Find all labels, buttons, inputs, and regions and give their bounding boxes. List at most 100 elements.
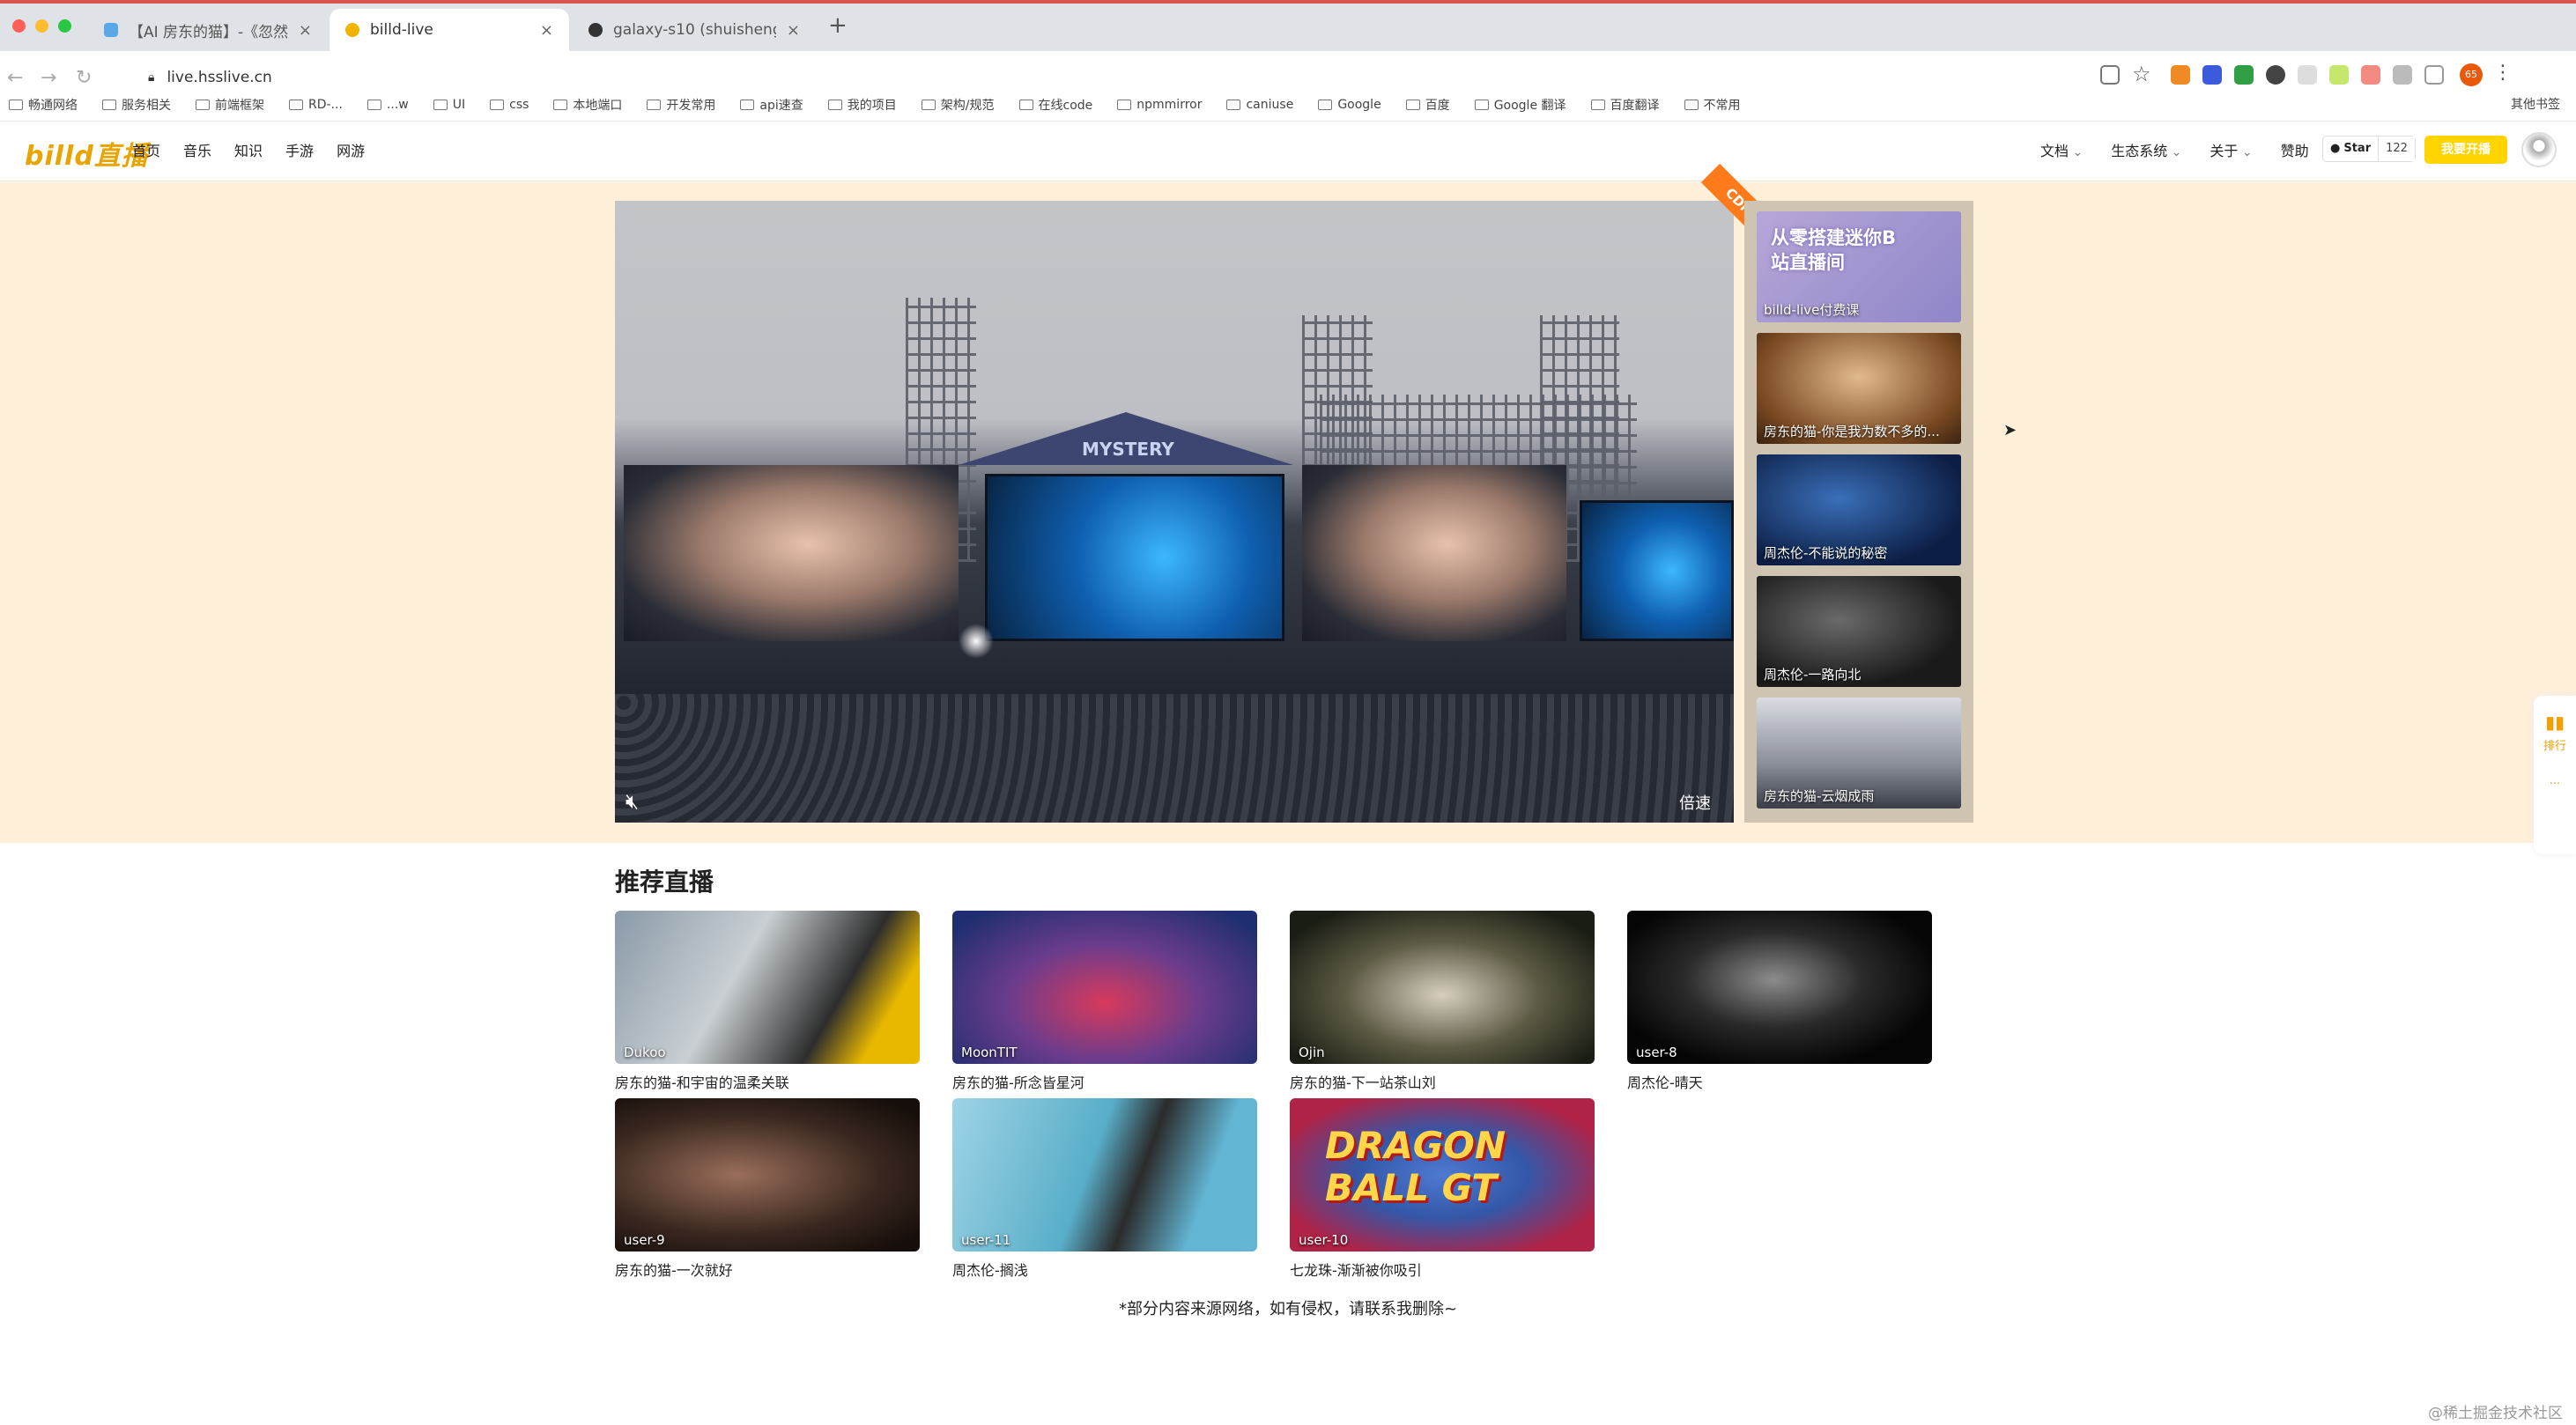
bookmark-star-icon[interactable]: ☆ [2132, 62, 2151, 86]
bookmark-item[interactable]: Google 翻译 [1474, 96, 1566, 114]
live-card[interactable]: Dukoo 房东的猫-和宇宙的温柔关联 [615, 911, 920, 1092]
bookmark-item[interactable]: 架构/规范 [921, 96, 995, 114]
close-window-button[interactable] [12, 19, 26, 33]
bookmark-item[interactable]: css [490, 98, 529, 112]
new-tab-button[interactable]: + [828, 12, 848, 39]
reload-icon[interactable]: ↻ [76, 67, 92, 89]
extension-icon[interactable] [2266, 65, 2285, 85]
site-logo[interactable]: billd直播 [25, 134, 149, 173]
stage-light [959, 624, 994, 659]
bookmark-item[interactable]: Google [1318, 98, 1381, 112]
bookmark-item[interactable]: 前端框架 [196, 96, 264, 114]
more-label[interactable]: ... [2534, 774, 2576, 787]
bookmark-item[interactable]: 百度翻译 [1590, 96, 1660, 114]
ranking-icon[interactable]: ▮▮ [2534, 712, 2576, 733]
tab-billd-live[interactable]: billd-live × [329, 9, 569, 51]
sidebar-live-item[interactable]: 房东的猫-云烟成雨 [1757, 698, 1961, 808]
live-card[interactable]: Ojin 房东的猫-下一站茶山刘 [1290, 911, 1595, 1092]
bookmark-item[interactable]: RD-... [289, 98, 343, 112]
nav-home[interactable]: 首页 [132, 139, 160, 160]
share-icon[interactable] [2100, 65, 2120, 85]
bookmark-item[interactable]: 服务相关 [102, 96, 171, 114]
live-card[interactable]: user-9 房东的猫-一次就好 [615, 1098, 920, 1280]
tab-title: galaxy-s10 (shuisheng) [613, 21, 776, 39]
nav-mobile-games[interactable]: 手游 [285, 139, 314, 160]
forward-icon[interactable]: → [41, 67, 56, 89]
live-card[interactable]: user-11 周杰伦-搁浅 [952, 1098, 1257, 1280]
bookmark-item[interactable]: 开发常用 [647, 96, 715, 114]
profile-avatar[interactable]: 65 [2460, 63, 2483, 86]
tab-github[interactable]: galaxy-s10 (shuisheng) × [573, 9, 816, 51]
extension-icon[interactable] [2361, 65, 2380, 85]
floating-toolbar: ▮▮ 排行 ... [2534, 696, 2576, 854]
back-icon[interactable]: ← [7, 67, 23, 89]
sidebar-item-title: 房东的猫-云烟成雨 [1764, 788, 1875, 804]
bookmark-item[interactable]: 在线code [1018, 96, 1093, 114]
course-overlay-text: 从零搭建迷你B站直播间 [1771, 227, 1897, 273]
bookmark-item[interactable]: 我的项目 [827, 96, 897, 114]
bookmark-item[interactable]: 百度 [1405, 96, 1450, 114]
mute-icon[interactable]: 🔇︎ [625, 789, 639, 814]
extension-icon[interactable] [2202, 65, 2222, 85]
live-card[interactable]: user-8 周杰伦-晴天 [1627, 911, 1932, 1092]
bookmark-item[interactable]: api速查 [740, 96, 803, 114]
maximize-window-button[interactable] [58, 19, 71, 33]
extension-icon[interactable] [2171, 65, 2190, 85]
right-led-screen [1302, 465, 1566, 641]
left-led-screen [624, 465, 959, 641]
extension-icon[interactable] [2298, 65, 2317, 85]
card-user: Dukoo [624, 1045, 666, 1060]
close-tab-icon[interactable]: × [299, 21, 312, 40]
live-card[interactable]: MoonTIT 房东的猫-所念皆星河 [952, 911, 1257, 1092]
bookmark-item[interactable]: npmmirror [1117, 98, 1202, 112]
sidebar-live-item[interactable]: 周杰伦-一路向北 [1757, 576, 1961, 687]
extension-icon[interactable] [2234, 65, 2254, 85]
close-tab-icon[interactable]: × [787, 21, 800, 40]
menu-icon[interactable]: ⋮ [2493, 62, 2513, 84]
video-player[interactable]: MYSTERY [615, 201, 1734, 823]
nav-about[interactable]: 关于 [2210, 139, 2252, 160]
sidebar-icon[interactable] [2424, 65, 2444, 85]
bookmark-item[interactable]: 本地端口 [553, 96, 622, 114]
copyright-notice: *部分内容来源网络，如有侵权，请联系我删除~ [1118, 1300, 1458, 1318]
nav-music[interactable]: 音乐 [183, 139, 211, 160]
nav-knowledge[interactable]: 知识 [234, 139, 263, 160]
bookmark-item[interactable]: ...w [366, 98, 409, 112]
puzzle-icon[interactable] [2393, 65, 2412, 85]
bookmark-label: 前端框架 [215, 98, 264, 113]
folder-icon [1405, 99, 1420, 110]
tab-bilibili[interactable]: 【AI 房东的猫】-《忽然之间》 × [88, 9, 328, 51]
nav-docs[interactable]: 文档 [2040, 139, 2083, 160]
folder-icon [490, 99, 505, 110]
bookmark-label: 服务相关 [122, 98, 171, 113]
sidebar-live-item[interactable]: 从零搭建迷你B站直播间 billd-live付费课 [1757, 211, 1961, 322]
concert-crowd [615, 694, 1734, 823]
card-title: 七龙珠-渐渐被你吸引 [1290, 1262, 1422, 1279]
card-user: Ojin [1299, 1045, 1325, 1060]
other-bookmarks[interactable]: 其他书签 [2511, 95, 2560, 113]
nav-sponsor[interactable]: 赞助 [2281, 139, 2309, 160]
minimize-window-button[interactable] [35, 19, 48, 33]
user-avatar[interactable] [2521, 132, 2557, 167]
tab-title: billd-live [370, 21, 433, 39]
ranking-label[interactable]: 排行 [2534, 736, 2576, 753]
folder-icon [921, 99, 936, 110]
card-title: 房东的猫-和宇宙的温柔关联 [615, 1074, 789, 1091]
bookmark-label: 在线code [1038, 98, 1093, 113]
live-card[interactable]: DRAGON BALL GT user-10 七龙珠-渐渐被你吸引 [1290, 1098, 1595, 1280]
open-live-button[interactable]: 我要开播 [2424, 136, 2507, 164]
bookmark-item[interactable]: caniuse [1226, 98, 1293, 112]
close-tab-icon[interactable]: × [540, 21, 553, 40]
nav-online-games[interactable]: 网游 [337, 139, 365, 160]
bookmark-item[interactable]: 畅通网络 [9, 96, 78, 114]
sidebar-live-item[interactable]: 周杰伦-不能说的秘密 [1757, 454, 1961, 565]
sidebar-item-title: billd-live付费课 [1764, 302, 1860, 318]
extension-icon[interactable] [2329, 65, 2349, 85]
playback-speed-button[interactable]: 倍速 [1679, 791, 1711, 814]
card-title: 房东的猫-一次就好 [615, 1262, 733, 1279]
bookmark-item[interactable]: UI [433, 98, 465, 112]
nav-ecosystem[interactable]: 生态系统 [2111, 139, 2181, 160]
github-star-button[interactable]: ● Star 122 [2322, 136, 2416, 162]
bookmark-item[interactable]: 不常用 [1684, 96, 1741, 114]
sidebar-live-item[interactable]: 房东的猫-你是我为数不多的... [1757, 333, 1961, 444]
